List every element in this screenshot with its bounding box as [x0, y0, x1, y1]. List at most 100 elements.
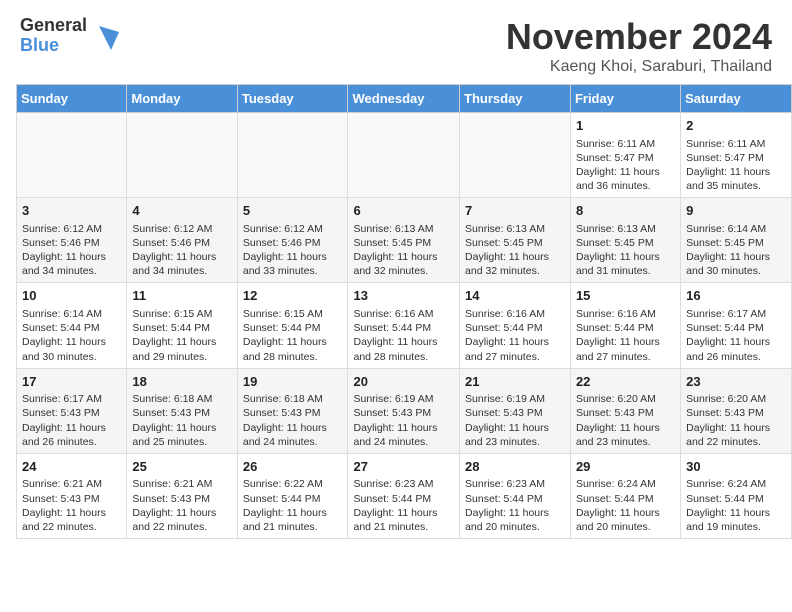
- calendar-cell: [348, 113, 460, 198]
- day-info: Sunrise: 6:18 AM Sunset: 5:43 PM Dayligh…: [132, 393, 216, 448]
- calendar-cell: 15 Sunrise: 6:16 AM Sunset: 5:44 PM Dayli…: [570, 283, 680, 368]
- day-info: Sunrise: 6:12 AM Sunset: 5:46 PM Dayligh…: [22, 223, 106, 278]
- logo-text: General Blue: [20, 16, 87, 56]
- day-info: Sunrise: 6:20 AM Sunset: 5:43 PM Dayligh…: [576, 393, 660, 448]
- day-info: Sunrise: 6:17 AM Sunset: 5:44 PM Dayligh…: [686, 308, 770, 363]
- calendar-cell: 5 Sunrise: 6:12 AM Sunset: 5:46 PM Daylig…: [237, 198, 348, 283]
- calendar-cell: 3 Sunrise: 6:12 AM Sunset: 5:46 PM Daylig…: [17, 198, 127, 283]
- day-number: 25: [132, 458, 231, 476]
- calendar-cell: 21Sunrise: 6:19 AM Sunset: 5:43 PM Dayli…: [460, 368, 571, 453]
- day-number: 26: [243, 458, 343, 476]
- calendar-week-row: 10Sunrise: 6:14 AM Sunset: 5:44 PM Dayli…: [17, 283, 792, 368]
- day-info: Sunrise: 6:21 AM Sunset: 5:43 PM Dayligh…: [22, 478, 106, 533]
- day-number: 7: [465, 202, 565, 220]
- calendar-cell: 19 Sunrise: 6:18 AM Sunset: 5:43 PM Dayli…: [237, 368, 348, 453]
- day-number: 3: [22, 202, 121, 220]
- day-number: 8: [576, 202, 675, 220]
- day-number: 11: [132, 287, 231, 305]
- weekday-header-friday: Friday: [570, 85, 680, 113]
- day-info: Sunrise: 6:15 AM Sunset: 5:44 PM Dayligh…: [243, 308, 327, 363]
- calendar-cell: 14Sunrise: 6:16 AM Sunset: 5:44 PM Dayli…: [460, 283, 571, 368]
- day-number: 28: [465, 458, 565, 476]
- day-number: 15: [576, 287, 675, 305]
- day-number: 1: [576, 117, 675, 135]
- day-info: Sunrise: 6:24 AM Sunset: 5:44 PM Dayligh…: [576, 478, 660, 533]
- day-info: Sunrise: 6:23 AM Sunset: 5:44 PM Dayligh…: [353, 478, 437, 533]
- calendar-cell: 7 Sunrise: 6:13 AM Sunset: 5:45 PM Daylig…: [460, 198, 571, 283]
- calendar-cell: 30 Sunrise: 6:24 AM Sunset: 5:44 PM Dayli…: [681, 453, 792, 538]
- weekday-header-sunday: Sunday: [17, 85, 127, 113]
- day-number: 5: [243, 202, 343, 220]
- day-number: 17: [22, 373, 121, 391]
- day-number: 2: [686, 117, 786, 135]
- calendar-cell: [127, 113, 237, 198]
- calendar-cell: 25Sunrise: 6:21 AM Sunset: 5:43 PM Dayli…: [127, 453, 237, 538]
- calendar-cell: 29 Sunrise: 6:24 AM Sunset: 5:44 PM Dayli…: [570, 453, 680, 538]
- day-number: 22: [576, 373, 675, 391]
- calendar-header-row: SundayMondayTuesdayWednesdayThursdayFrid…: [17, 85, 792, 113]
- day-info: Sunrise: 6:14 AM Sunset: 5:45 PM Dayligh…: [686, 223, 770, 278]
- calendar-week-row: 1Sunrise: 6:11 AM Sunset: 5:47 PM Daylig…: [17, 113, 792, 198]
- weekday-header-monday: Monday: [127, 85, 237, 113]
- logo-blue: Blue: [20, 36, 87, 56]
- day-info: Sunrise: 6:16 AM Sunset: 5:44 PM Dayligh…: [576, 308, 660, 363]
- day-number: 12: [243, 287, 343, 305]
- calendar-cell: 10Sunrise: 6:14 AM Sunset: 5:44 PM Dayli…: [17, 283, 127, 368]
- calendar-cell: 24Sunrise: 6:21 AM Sunset: 5:43 PM Dayli…: [17, 453, 127, 538]
- calendar-cell: [460, 113, 571, 198]
- calendar-wrapper: SundayMondayTuesdayWednesdayThursdayFrid…: [0, 84, 792, 547]
- day-number: 13: [353, 287, 454, 305]
- weekday-header-saturday: Saturday: [681, 85, 792, 113]
- day-number: 27: [353, 458, 454, 476]
- day-number: 6: [353, 202, 454, 220]
- calendar-cell: 17 Sunrise: 6:17 AM Sunset: 5:43 PM Dayli…: [17, 368, 127, 453]
- day-number: 10: [22, 287, 121, 305]
- day-number: 20: [353, 373, 454, 391]
- calendar-week-row: 3 Sunrise: 6:12 AM Sunset: 5:46 PM Daylig…: [17, 198, 792, 283]
- location: Kaeng Khoi, Saraburi, Thailand: [506, 58, 772, 76]
- calendar-cell: 23Sunrise: 6:20 AM Sunset: 5:43 PM Dayli…: [681, 368, 792, 453]
- day-info: Sunrise: 6:18 AM Sunset: 5:43 PM Dayligh…: [243, 393, 327, 448]
- calendar-cell: 27 Sunrise: 6:23 AM Sunset: 5:44 PM Dayli…: [348, 453, 460, 538]
- calendar-cell: 9 Sunrise: 6:14 AM Sunset: 5:45 PM Daylig…: [681, 198, 792, 283]
- calendar-cell: 1Sunrise: 6:11 AM Sunset: 5:47 PM Daylig…: [570, 113, 680, 198]
- weekday-header-wednesday: Wednesday: [348, 85, 460, 113]
- calendar-week-row: 24Sunrise: 6:21 AM Sunset: 5:43 PM Dayli…: [17, 453, 792, 538]
- day-number: 16: [686, 287, 786, 305]
- calendar-cell: 4 Sunrise: 6:12 AM Sunset: 5:46 PM Daylig…: [127, 198, 237, 283]
- logo: General Blue: [20, 16, 119, 56]
- day-info: Sunrise: 6:12 AM Sunset: 5:46 PM Dayligh…: [243, 223, 327, 278]
- day-info: Sunrise: 6:13 AM Sunset: 5:45 PM Dayligh…: [353, 223, 437, 278]
- day-info: Sunrise: 6:15 AM Sunset: 5:44 PM Dayligh…: [132, 308, 216, 363]
- page-header: General Blue November 2024 Kaeng Khoi, S…: [0, 0, 792, 84]
- weekday-header-tuesday: Tuesday: [237, 85, 348, 113]
- day-number: 9: [686, 202, 786, 220]
- calendar-cell: 11 Sunrise: 6:15 AM Sunset: 5:44 PM Dayli…: [127, 283, 237, 368]
- day-number: 29: [576, 458, 675, 476]
- day-info: Sunrise: 6:13 AM Sunset: 5:45 PM Dayligh…: [576, 223, 660, 278]
- calendar-cell: 13 Sunrise: 6:16 AM Sunset: 5:44 PM Dayli…: [348, 283, 460, 368]
- calendar-cell: 22 Sunrise: 6:20 AM Sunset: 5:43 PM Dayli…: [570, 368, 680, 453]
- title-block: November 2024 Kaeng Khoi, Saraburi, Thai…: [506, 16, 772, 76]
- calendar-cell: 2Sunrise: 6:11 AM Sunset: 5:47 PM Daylig…: [681, 113, 792, 198]
- day-info: Sunrise: 6:16 AM Sunset: 5:44 PM Dayligh…: [353, 308, 437, 363]
- day-info: Sunrise: 6:22 AM Sunset: 5:44 PM Dayligh…: [243, 478, 327, 533]
- day-number: 14: [465, 287, 565, 305]
- calendar-cell: 6 Sunrise: 6:13 AM Sunset: 5:45 PM Daylig…: [348, 198, 460, 283]
- day-info: Sunrise: 6:24 AM Sunset: 5:44 PM Dayligh…: [686, 478, 770, 533]
- calendar-cell: [237, 113, 348, 198]
- day-info: Sunrise: 6:13 AM Sunset: 5:45 PM Dayligh…: [465, 223, 549, 278]
- calendar-cell: 12 Sunrise: 6:15 AM Sunset: 5:44 PM Dayli…: [237, 283, 348, 368]
- calendar-cell: 20Sunrise: 6:19 AM Sunset: 5:43 PM Dayli…: [348, 368, 460, 453]
- day-number: 19: [243, 373, 343, 391]
- day-info: Sunrise: 6:17 AM Sunset: 5:43 PM Dayligh…: [22, 393, 106, 448]
- logo-general: General: [20, 16, 87, 36]
- calendar-cell: 16 Sunrise: 6:17 AM Sunset: 5:44 PM Dayli…: [681, 283, 792, 368]
- day-info: Sunrise: 6:23 AM Sunset: 5:44 PM Dayligh…: [465, 478, 549, 533]
- calendar-table: SundayMondayTuesdayWednesdayThursdayFrid…: [16, 84, 792, 539]
- day-number: 4: [132, 202, 231, 220]
- day-number: 30: [686, 458, 786, 476]
- day-info: Sunrise: 6:12 AM Sunset: 5:46 PM Dayligh…: [132, 223, 216, 278]
- calendar-cell: [17, 113, 127, 198]
- month-title: November 2024: [506, 16, 772, 58]
